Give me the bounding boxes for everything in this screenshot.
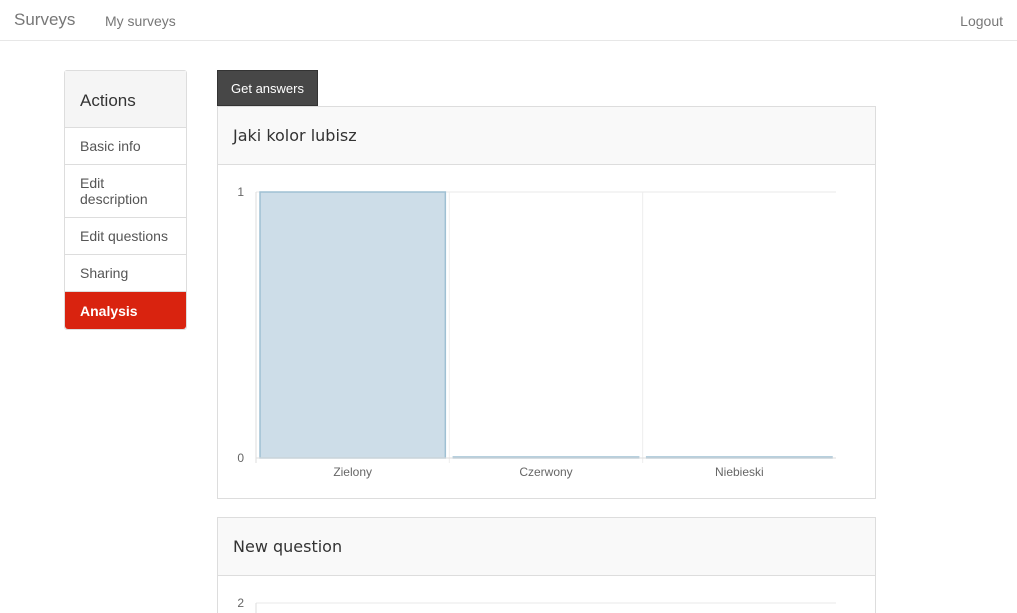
actions-sidebar: Actions Basic info Edit description Edit… [64, 70, 187, 330]
sidebar-item-basic-info[interactable]: Basic info [65, 128, 186, 165]
get-answers-button[interactable]: Get answers [217, 70, 318, 106]
sidebar-item-sharing[interactable]: Sharing [65, 255, 186, 292]
nav-my-surveys[interactable]: My surveys [105, 13, 176, 29]
sidebar-item-label: Basic info [80, 138, 141, 154]
question-title: New question [218, 518, 875, 576]
sidebar-item-edit-questions[interactable]: Edit questions [65, 218, 186, 255]
y-tick-label: 2 [237, 596, 244, 610]
x-tick-label: Czerwony [519, 465, 572, 479]
sidebar-heading: Actions [65, 71, 186, 128]
sidebar-item-label: Sharing [80, 265, 129, 281]
answers-bar-chart: 2 [237, 596, 836, 613]
question-panel: New question 2 [217, 517, 876, 613]
x-tick-label: Niebieski [715, 465, 764, 479]
question-panel: Jaki kolor lubisz 0 1 Zielony Czerwony Niebi… [217, 106, 876, 499]
x-tick-label: Zielony [333, 465, 372, 479]
sidebar-item-edit-description[interactable]: Edit description [65, 165, 186, 218]
question-title: Jaki kolor lubisz [218, 107, 875, 165]
bar[interactable] [259, 191, 447, 459]
sidebar-item-label: Analysis [80, 302, 138, 319]
answers-bar-chart: 0 1 Zielony Czerwony Niebieski [237, 185, 836, 479]
sidebar-item-analysis[interactable]: Analysis [65, 292, 186, 329]
y-tick-label: 1 [237, 185, 244, 199]
brand-link[interactable]: Surveys [14, 10, 75, 30]
sidebar-item-label: Edit questions [80, 228, 168, 244]
y-tick-label: 0 [237, 451, 244, 465]
sidebar-item-label: Edit description [80, 175, 148, 207]
logout-link[interactable]: Logout [960, 13, 1003, 29]
top-navbar: Surveys My surveys Logout [0, 0, 1017, 41]
